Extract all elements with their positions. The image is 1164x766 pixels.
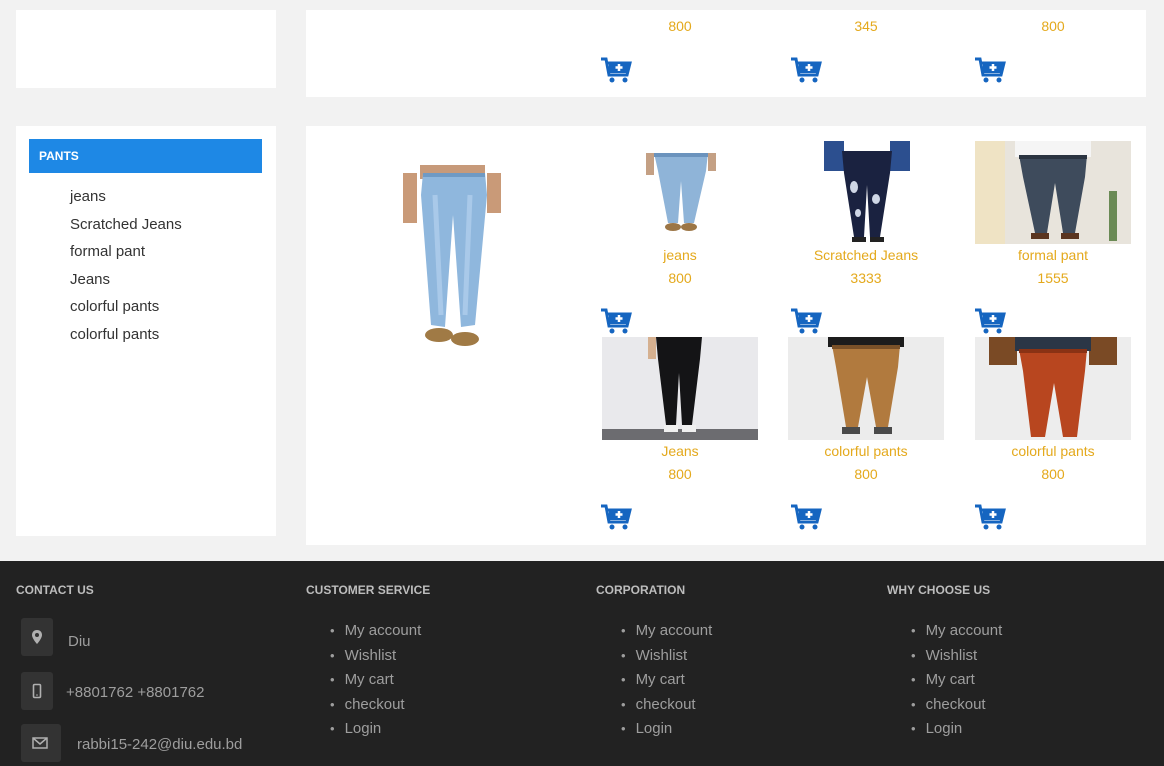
product-price: 800 bbox=[1041, 466, 1065, 482]
footer-link-my-cart[interactable]: My cart bbox=[911, 668, 1002, 693]
product-price: 345 bbox=[854, 18, 878, 34]
envelope-icon bbox=[21, 724, 61, 762]
footer-link-my-account[interactable]: My account bbox=[330, 619, 422, 644]
footer-corporation-heading: CORPORATION bbox=[596, 583, 686, 597]
category-item-jeans-2[interactable]: Jeans bbox=[70, 271, 110, 288]
product-image[interactable] bbox=[602, 141, 758, 244]
featured-product-image[interactable] bbox=[395, 165, 510, 357]
category-item-scratched-jeans[interactable]: Scratched Jeans bbox=[70, 216, 182, 233]
footer-link-checkout[interactable]: checkout bbox=[330, 693, 421, 718]
footer-link-wishlist[interactable]: Wishlist bbox=[621, 644, 712, 669]
product-image[interactable] bbox=[602, 337, 758, 440]
category-item-colorful-pants-2[interactable]: colorful pants bbox=[70, 326, 159, 343]
add-to-cart-icon[interactable] bbox=[974, 503, 1006, 531]
product-price: 800 bbox=[668, 18, 692, 34]
product-name[interactable]: formal pant bbox=[975, 247, 1131, 263]
footer-why-choose-us-heading: WHY CHOOSE US bbox=[887, 583, 991, 597]
products-panel-top: 800 345 800 bbox=[306, 10, 1146, 97]
sidebar-panel-top bbox=[16, 10, 276, 88]
footer-link-my-cart[interactable]: My cart bbox=[621, 668, 712, 693]
add-to-cart-icon[interactable] bbox=[974, 56, 1006, 84]
category-header[interactable]: PANTS bbox=[29, 139, 262, 173]
footer-link-wishlist[interactable]: Wishlist bbox=[330, 644, 421, 669]
footer-corporation-links: My account Wishlist My cart checkout Log… bbox=[621, 619, 713, 742]
product-name[interactable]: colorful pants bbox=[975, 443, 1131, 459]
product-name[interactable]: Scratched Jeans bbox=[788, 247, 944, 263]
contact-address: Diu bbox=[68, 633, 91, 650]
footer-customer-service-heading: CUSTOMER SERVICE bbox=[306, 583, 431, 597]
product-name[interactable]: jeans bbox=[602, 247, 758, 263]
footer-link-my-account[interactable]: My account bbox=[911, 619, 1003, 644]
footer-link-login[interactable]: Login bbox=[911, 717, 1002, 742]
add-to-cart-icon[interactable] bbox=[600, 56, 632, 84]
footer-link-login[interactable]: Login bbox=[330, 717, 421, 742]
product-price: 3333 bbox=[850, 270, 882, 286]
footer-link-checkout[interactable]: checkout bbox=[621, 693, 712, 718]
footer-link-checkout[interactable]: checkout bbox=[911, 693, 1002, 718]
category-item-formal-pant[interactable]: formal pant bbox=[70, 243, 145, 260]
category-item-jeans[interactable]: jeans bbox=[70, 188, 106, 205]
footer: CONTACT US Diu +8801762 +8801762 rabbi15… bbox=[0, 561, 1164, 766]
contact-email[interactable]: rabbi15-242@diu.edu.bd bbox=[77, 736, 242, 753]
footer-customer-service-links: My account Wishlist My cart checkout Log… bbox=[330, 619, 422, 742]
add-to-cart-icon[interactable] bbox=[790, 56, 822, 84]
location-icon bbox=[21, 618, 53, 656]
footer-link-wishlist[interactable]: Wishlist bbox=[911, 644, 1002, 669]
product-image[interactable] bbox=[975, 141, 1131, 244]
product-price: 1555 bbox=[1037, 270, 1069, 286]
product-name[interactable]: Jeans bbox=[602, 443, 758, 459]
product-price: 800 bbox=[1041, 18, 1065, 34]
product-price: 800 bbox=[668, 466, 692, 482]
product-name[interactable]: colorful pants bbox=[788, 443, 944, 459]
contact-phone: +8801762 +8801762 bbox=[66, 684, 205, 701]
product-image[interactable] bbox=[788, 141, 944, 244]
product-image[interactable] bbox=[975, 337, 1131, 440]
footer-link-login[interactable]: Login bbox=[621, 717, 712, 742]
product-price: 800 bbox=[854, 466, 878, 482]
footer-contact-heading: CONTACT US bbox=[16, 583, 94, 597]
footer-why-choose-us-links: My account Wishlist My cart checkout Log… bbox=[911, 619, 1003, 742]
add-to-cart-icon[interactable] bbox=[974, 307, 1006, 335]
add-to-cart-icon[interactable] bbox=[600, 503, 632, 531]
footer-link-my-account[interactable]: My account bbox=[621, 619, 713, 644]
product-price: 800 bbox=[668, 270, 692, 286]
category-item-colorful-pants[interactable]: colorful pants bbox=[70, 298, 159, 315]
footer-link-my-cart[interactable]: My cart bbox=[330, 668, 421, 693]
mobile-icon bbox=[21, 672, 53, 710]
product-image[interactable] bbox=[788, 337, 944, 440]
add-to-cart-icon[interactable] bbox=[790, 503, 822, 531]
add-to-cart-icon[interactable] bbox=[790, 307, 822, 335]
add-to-cart-icon[interactable] bbox=[600, 307, 632, 335]
